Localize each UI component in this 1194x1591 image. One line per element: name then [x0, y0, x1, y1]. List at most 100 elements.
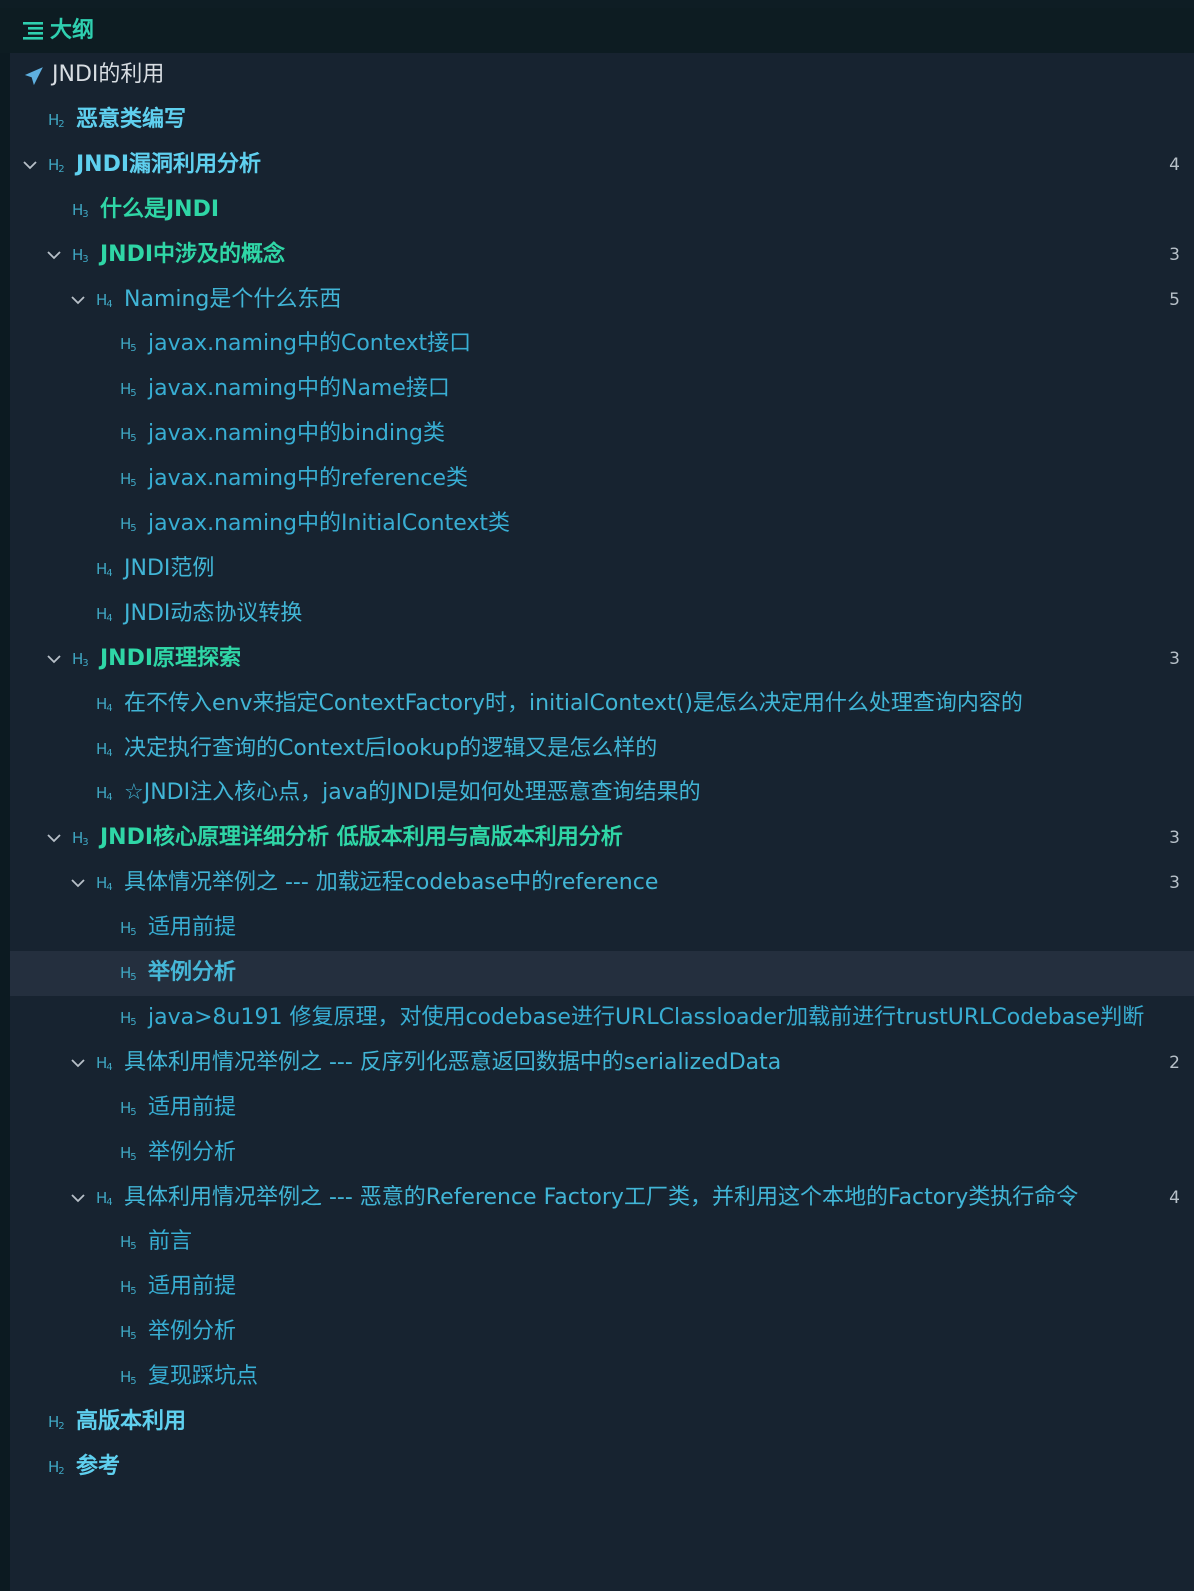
chevron-down-icon[interactable]: [22, 157, 38, 173]
heading-level-badge: H5: [120, 1143, 137, 1163]
outline-item-label: JNDI漏洞利用分析: [76, 151, 262, 177]
outline-item-label: 适用前提: [148, 1274, 237, 1300]
child-count: 5: [1169, 289, 1180, 310]
chevron-down-icon[interactable]: [70, 875, 86, 891]
outline-item[interactable]: H5 复现踩坑点: [10, 1355, 1194, 1400]
outline-item[interactable]: H4 Naming是个什么东西 5: [10, 278, 1194, 323]
chevron-down-icon[interactable]: [46, 830, 62, 846]
heading-level-badge: H4: [96, 694, 113, 714]
heading-level-badge: H4: [96, 604, 113, 624]
outline-item-label: 什么是JNDI: [100, 196, 220, 222]
heading-level-badge: H2: [48, 1413, 65, 1432]
outline-item[interactable]: H5 举例分析: [10, 951, 1194, 996]
outline-item[interactable]: H5 javax.naming中的Name接口: [10, 367, 1194, 412]
outline-item-label: 举例分析: [148, 1319, 237, 1345]
outline-item[interactable]: H5 javax.naming中的Context接口: [10, 322, 1194, 367]
outline-item-label: JNDI中涉及的概念: [100, 241, 286, 267]
heading-level-badge: H5: [120, 1098, 137, 1118]
outline-item[interactable]: H4 JNDI范例: [10, 547, 1194, 592]
outline-item-label: JNDI的利用: [52, 62, 165, 87]
plane-icon: [24, 67, 43, 86]
outline-item[interactable]: H5 前言: [10, 1220, 1194, 1265]
outline-item[interactable]: H3 JNDI中涉及的概念 3: [10, 233, 1194, 278]
outline-item[interactable]: H2 高版本利用: [10, 1400, 1194, 1445]
outline-title: 大纲: [50, 18, 95, 43]
outline-item[interactable]: H5 举例分析: [10, 1310, 1194, 1355]
child-count: 2: [1169, 1052, 1180, 1073]
chevron-down-icon[interactable]: [46, 247, 62, 263]
chevron-down-icon[interactable]: [70, 1055, 86, 1071]
outline-item[interactable]: H4 JNDI动态协议转换: [10, 592, 1194, 637]
outline-window: 大纲 JNDI的利用 H2 恶意类编写 H2 JNDI漏洞利用分析 4 H3 什么是JNDI H…: [0, 0, 1194, 1591]
outline-item-label: 举例分析: [148, 1139, 237, 1165]
heading-level-badge: H5: [120, 919, 137, 939]
outline-item[interactable]: H3 JNDI原理探索 3: [10, 637, 1194, 682]
heading-level-badge: H3: [72, 649, 89, 669]
outline-item-label: 适用前提: [148, 915, 237, 941]
outline-item[interactable]: H5 javax.naming中的binding类: [10, 412, 1194, 457]
outline-item[interactable]: H2 JNDI漏洞利用分析 4: [10, 143, 1194, 188]
outline-item[interactable]: H5 适用前提: [10, 1265, 1194, 1310]
heading-level-badge: H5: [120, 515, 137, 534]
heading-level-badge: H5: [120, 470, 137, 490]
heading-level-badge: H5: [120, 335, 137, 355]
outline-item[interactable]: H4 在不传入env来指定ContextFactory时，initialConte…: [10, 682, 1194, 727]
outline-item[interactable]: H2 参考: [10, 1445, 1194, 1490]
outline-header: 大纲: [0, 8, 1194, 53]
heading-level-badge: H5: [120, 964, 137, 983]
heading-level-badge: H4: [96, 739, 113, 759]
outline-item-label: 恶意类编写: [76, 106, 187, 132]
outline-item-label: 参考: [76, 1453, 121, 1479]
heading-level-badge: H2: [48, 155, 65, 175]
outline-tree: JNDI的利用 H2 恶意类编写 H2 JNDI漏洞利用分析 4 H3 什么是JNDI H3 JN…: [10, 53, 1194, 1591]
outline-item[interactable]: H4 具体情况举例之 --- 加载远程codebase中的reference 3: [10, 861, 1194, 906]
outline-item[interactable]: H4 具体利用情况举例之 --- 反序列化恶意返回数据中的serializedDa…: [10, 1041, 1194, 1086]
outline-item[interactable]: H3 什么是JNDI: [10, 188, 1194, 233]
outline-item[interactable]: H2 恶意类编写: [10, 98, 1194, 143]
heading-level-badge: H2: [48, 110, 65, 130]
outline-item[interactable]: H4 ☆JNDI注入核心点，java的JNDI是如何处理恶意查询结果的: [10, 771, 1194, 816]
outline-item-label: ☆JNDI注入核心点，java的JNDI是如何处理恶意查询结果的: [124, 780, 701, 806]
outline-item[interactable]: H4 决定执行查询的Context后lookup的逻辑又是怎么样的: [10, 727, 1194, 772]
child-count: 3: [1169, 648, 1180, 669]
outline-item-label: 具体利用情况举例之 --- 恶意的Reference Factory工厂类，并利…: [124, 1184, 1079, 1210]
outline-item-label: JNDI范例: [124, 555, 215, 581]
heading-level-badge: H5: [120, 1368, 137, 1388]
heading-level-badge: H4: [96, 559, 113, 579]
outline-item-label: Naming是个什么东西: [124, 286, 342, 312]
outline-item-label: javax.naming中的Name接口: [148, 376, 450, 402]
heading-level-badge: H3: [72, 245, 89, 265]
outline-item[interactable]: H5 javax.naming中的InitialContext类: [10, 502, 1194, 547]
outline-item[interactable]: H5 java>8u191 修复原理，对使用codebase进行URLClassl…: [10, 996, 1194, 1041]
heading-level-badge: H5: [120, 1008, 137, 1028]
outline-item-label: 举例分析: [148, 960, 237, 985]
heading-level-badge: H5: [120, 380, 137, 400]
outline-item-label: 前言: [148, 1229, 193, 1255]
outline-item-label: javax.naming中的Context接口: [148, 331, 472, 357]
chevron-down-icon[interactable]: [70, 292, 86, 308]
outline-item[interactable]: H5 适用前提: [10, 906, 1194, 951]
child-count: 3: [1169, 828, 1180, 849]
outline-item-label: 适用前提: [148, 1094, 237, 1120]
child-count: 3: [1169, 873, 1180, 894]
outline-item[interactable]: JNDI的利用: [10, 53, 1194, 98]
top-toolbar-strip: [0, 0, 1194, 8]
heading-level-badge: H5: [120, 1278, 137, 1298]
outline-item[interactable]: H4 具体利用情况举例之 --- 恶意的Reference Factory工厂类，…: [10, 1176, 1194, 1221]
outline-item-label: javax.naming中的InitialContext类: [148, 511, 511, 536]
outline-item[interactable]: H5 举例分析: [10, 1131, 1194, 1176]
outline-item-label: 具体情况举例之 --- 加载远程codebase中的reference: [124, 870, 659, 896]
chevron-down-icon[interactable]: [70, 1190, 86, 1206]
child-count: 3: [1169, 244, 1180, 265]
heading-level-badge: H4: [96, 784, 113, 804]
child-count: 4: [1169, 1187, 1180, 1208]
outline-item[interactable]: H3 JNDI核心原理详细分析 低版本利用与高版本利用分析 3: [10, 816, 1194, 861]
outline-item-label: java>8u191 修复原理，对使用codebase进行URLClassloa…: [148, 1004, 1145, 1030]
outline-item[interactable]: H5 javax.naming中的reference类: [10, 457, 1194, 502]
outline-item-label: 具体利用情况举例之 --- 反序列化恶意返回数据中的serializedData: [124, 1049, 782, 1075]
heading-level-badge: H4: [96, 1188, 113, 1208]
outline-item-label: 决定执行查询的Context后lookup的逻辑又是怎么样的: [124, 735, 658, 761]
chevron-down-icon[interactable]: [46, 651, 62, 667]
heading-level-badge: H3: [72, 200, 89, 220]
outline-item[interactable]: H5 适用前提: [10, 1086, 1194, 1131]
